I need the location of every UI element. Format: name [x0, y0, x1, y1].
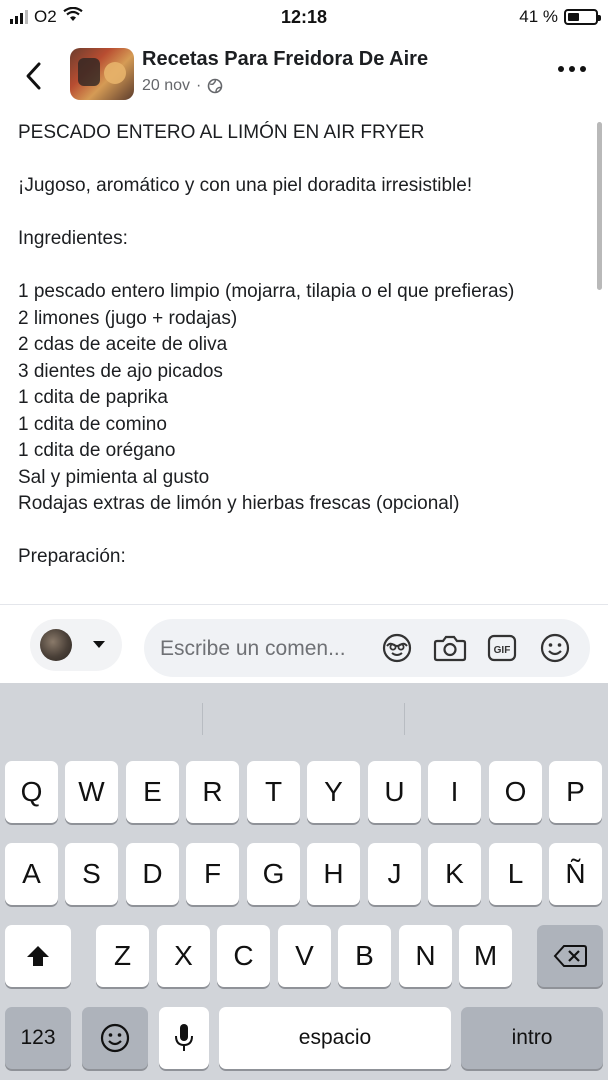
post-title: PESCADO ENTERO AL LIMÓN EN AIR FRYER: [18, 122, 425, 143]
key-k[interactable]: K: [428, 843, 481, 905]
ingredient-item: Sal y pimienta al gusto: [18, 466, 210, 488]
status-bar: O2 12:18 41 %: [0, 0, 608, 36]
keyboard: Q W E R T Y U I O P A S D F G H J K L Ñ …: [0, 683, 608, 1080]
suggestion-divider: [404, 703, 405, 735]
key-e[interactable]: E: [126, 761, 179, 823]
dot-icon: [558, 66, 564, 72]
battery-group: 41 %: [519, 7, 601, 27]
key-s[interactable]: S: [65, 843, 118, 905]
post-date[interactable]: 20 nov: [142, 77, 190, 95]
post-meta: 20 nov ·: [142, 77, 223, 95]
suggestion-bar: [0, 683, 608, 751]
comment-as-selector[interactable]: [30, 619, 122, 671]
comment-input-container: GIF: [144, 619, 590, 677]
microphone-icon: [175, 1024, 193, 1051]
key-d[interactable]: D: [126, 843, 179, 905]
preparation-heading: Preparación:: [18, 546, 126, 567]
dictation-key[interactable]: [159, 1007, 209, 1069]
backspace-icon: [553, 945, 587, 967]
comment-bar: GIF: [0, 604, 608, 685]
meta-separator: ·: [196, 77, 202, 94]
key-g[interactable]: G: [247, 843, 300, 905]
key-f[interactable]: F: [186, 843, 239, 905]
battery-percent: 41 %: [519, 7, 558, 26]
suggestion-divider: [202, 703, 203, 735]
more-options-button[interactable]: [558, 66, 586, 72]
ingredient-item: 1 cdita de orégano: [18, 440, 176, 461]
clock: 12:18: [280, 7, 328, 27]
key-b[interactable]: B: [338, 925, 391, 987]
key-m[interactable]: M: [459, 925, 512, 987]
back-button[interactable]: [18, 58, 48, 94]
backspace-key[interactable]: [537, 925, 603, 987]
key-x[interactable]: X: [157, 925, 210, 987]
gif-label: GIF: [494, 645, 511, 656]
shift-key[interactable]: [5, 925, 71, 987]
ingredient-item: 3 dientes de ajo picados: [18, 360, 223, 382]
ingredient-item: Rodajas extras de limón y hierbas fresca…: [18, 493, 460, 514]
camera-icon[interactable]: [433, 631, 467, 665]
caret-down-icon: [93, 641, 105, 648]
gif-icon[interactable]: GIF: [485, 631, 519, 665]
key-t[interactable]: T: [247, 761, 300, 823]
post-body: PESCADO ENTERO AL LIMÓN EN AIR FRYER ¡Ju…: [18, 120, 590, 606]
comment-input[interactable]: [158, 631, 374, 667]
key-u[interactable]: U: [368, 761, 421, 823]
key-z[interactable]: Z: [96, 925, 149, 987]
key-q[interactable]: Q: [5, 761, 58, 823]
dot-icon: [580, 66, 586, 72]
key-y[interactable]: Y: [307, 761, 360, 823]
user-avatar: [40, 629, 72, 661]
key-i[interactable]: I: [428, 761, 481, 823]
ingredient-item: 1 cdita de paprika: [18, 387, 168, 408]
ingredient-item: 1 cdita de comino: [18, 413, 167, 435]
key-a[interactable]: A: [5, 843, 58, 905]
key-enye[interactable]: Ñ: [549, 843, 602, 905]
key-j[interactable]: J: [368, 843, 421, 905]
avatar-sticker-icon[interactable]: [380, 631, 414, 665]
dot-icon: [569, 66, 575, 72]
space-key[interactable]: espacio: [219, 1007, 451, 1069]
ingredient-item: 1 pescado entero limpio (mojarra, tilapi…: [18, 281, 515, 302]
return-key[interactable]: intro: [461, 1007, 603, 1069]
emoji-icon: [100, 1023, 130, 1053]
key-r[interactable]: R: [186, 761, 239, 823]
emoji-icon[interactable]: [538, 631, 572, 665]
scrollbar[interactable]: [597, 122, 602, 290]
shift-icon: [27, 946, 49, 966]
numbers-key[interactable]: 123: [5, 1007, 71, 1069]
post-header: Recetas Para Freidora De Aire 20 nov ·: [0, 36, 608, 114]
key-c[interactable]: C: [217, 925, 270, 987]
key-o[interactable]: O: [489, 761, 542, 823]
key-v[interactable]: V: [278, 925, 331, 987]
page-name[interactable]: Recetas Para Freidora De Aire: [142, 48, 428, 71]
ingredient-item: 2 cdas de aceite de oliva: [18, 334, 228, 355]
emoji-keyboard-key[interactable]: [82, 1007, 148, 1069]
ingredients-heading: Ingredientes:: [18, 228, 128, 249]
key-h[interactable]: H: [307, 843, 360, 905]
ingredient-item: 2 limones (jugo + rodajas): [18, 307, 238, 329]
battery-icon: [564, 9, 601, 25]
page-avatar[interactable]: [70, 48, 134, 100]
post-tagline: ¡Jugoso, aromático y con una piel doradi…: [18, 175, 473, 196]
key-l[interactable]: L: [489, 843, 542, 905]
globe-icon: [208, 78, 223, 94]
key-w[interactable]: W: [65, 761, 118, 823]
key-p[interactable]: P: [549, 761, 602, 823]
key-n[interactable]: N: [399, 925, 452, 987]
chevron-left-icon: [26, 62, 41, 90]
